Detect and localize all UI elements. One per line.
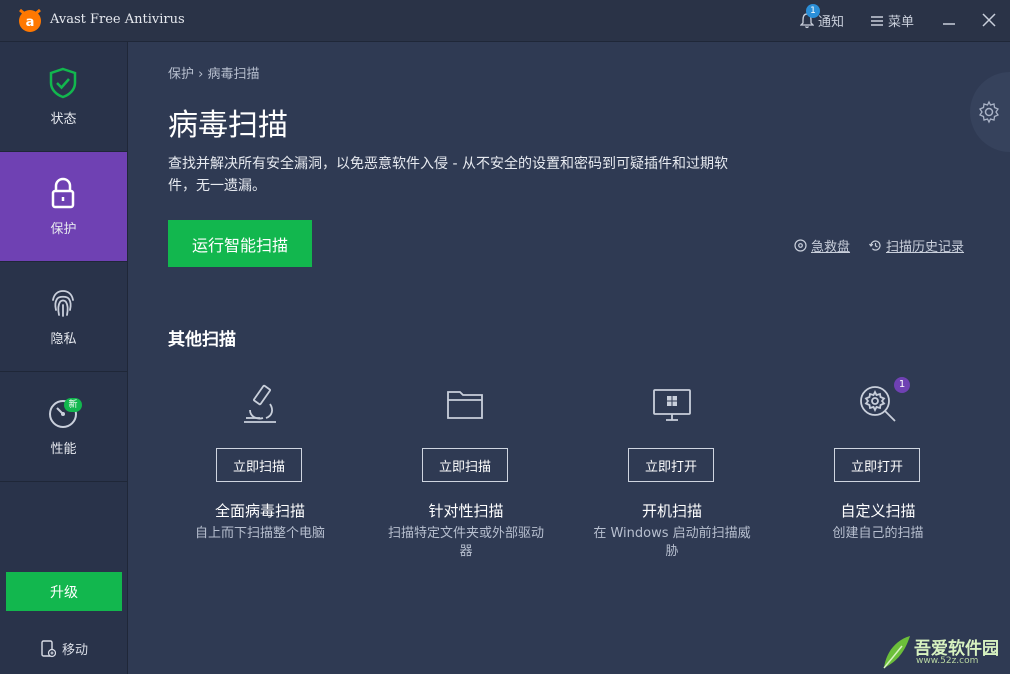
leaf-icon — [883, 636, 910, 669]
settings-tab[interactable] — [970, 72, 1010, 152]
custom-scan-name: 自定义扫描 — [840, 502, 916, 520]
page-description: 查找并解决所有安全漏洞，以免恶意软件入侵 - 从不安全的设置和密码到可疑插件和过… — [168, 156, 728, 194]
menu-button[interactable]: 菜单 — [870, 11, 914, 30]
menu-label: 菜单 — [888, 15, 915, 30]
full-scan-button[interactable]: 立即扫描 — [216, 448, 302, 482]
full-scan-description: 自上而下扫描整个电脑 — [194, 526, 325, 541]
svg-text:a: a — [26, 15, 35, 30]
history-icon — [869, 240, 881, 251]
run-smart-scan-button[interactable]: 运行智能扫描 — [168, 220, 312, 267]
page-title: 病毒扫描 — [168, 108, 288, 143]
rescue-disk-link[interactable]: 急救盘 — [794, 236, 850, 255]
targeted-scan-name: 针对性扫描 — [428, 502, 504, 520]
avast-logo-icon: a — [19, 8, 41, 32]
breadcrumb-separator: › — [198, 67, 204, 82]
boot-scan-button[interactable]: 立即打开 — [628, 448, 714, 482]
rescue-disk-label: 急救盘 — [811, 240, 851, 255]
lock-icon — [51, 177, 75, 209]
mobile-link[interactable]: 移动 — [40, 639, 88, 658]
mobile-icon — [41, 639, 56, 657]
notifications-count-badge: 1 — [806, 4, 820, 18]
app-title: Avast Free Antivirus — [50, 12, 185, 27]
targeted-scan-description: 扫描特定文件夹或外部驱动器 — [387, 526, 544, 559]
upgrade-button[interactable]: 升级 — [6, 572, 122, 611]
minimize-icon[interactable] — [938, 9, 960, 31]
fingerprint-icon — [52, 290, 74, 317]
targeted-scan-card: 立即扫描 针对性扫描 扫描特定文件夹或外部驱动器 — [376, 380, 556, 559]
watermark-url: www.52z.com — [916, 656, 979, 666]
mobile-label: 移动 — [62, 643, 89, 658]
microscope-icon — [244, 384, 276, 423]
breadcrumb-parent[interactable]: 保护 — [168, 67, 194, 82]
sidebar-item-label: 保护 — [50, 222, 77, 237]
targeted-scan-button[interactable]: 立即扫描 — [422, 448, 508, 482]
sidebar-item-label: 状态 — [50, 112, 77, 127]
custom-scan-count-badge: 1 — [894, 377, 910, 393]
sidebar-item-status[interactable]: 状态 — [0, 42, 127, 152]
sidebar-item-label: 性能 — [50, 442, 77, 457]
close-icon[interactable] — [978, 9, 1000, 31]
disc-icon — [794, 239, 807, 252]
sidebar-item-label: 隐私 — [50, 332, 77, 347]
sidebar: 状态 保护 隐私 新 性能 升级 移动 — [0, 42, 128, 674]
full-scan-card: 立即扫描 全面病毒扫描 自上而下扫描整个电脑 — [170, 380, 350, 541]
hamburger-icon — [871, 15, 883, 26]
new-badge: 新 — [64, 398, 82, 412]
shield-check-icon — [49, 67, 77, 99]
boot-scan-description: 在 Windows 启动前扫描威胁 — [593, 526, 751, 559]
full-scan-name: 全面病毒扫描 — [214, 502, 305, 520]
scan-history-link[interactable]: 扫描历史记录 — [869, 236, 964, 255]
monitor-windows-icon — [653, 389, 691, 421]
breadcrumb-current: 病毒扫描 — [207, 67, 260, 82]
title-bar: a Avast Free Antivirus 通知 1 菜单 — [0, 0, 1010, 42]
custom-scan-button[interactable]: 立即打开 — [834, 448, 920, 482]
gear-icon — [979, 100, 999, 124]
sidebar-item-privacy[interactable]: 隐私 — [0, 262, 127, 372]
sidebar-item-protection[interactable]: 保护 — [0, 152, 127, 262]
breadcrumb: 保护 › 病毒扫描 — [168, 63, 260, 82]
scan-history-label: 扫描历史记录 — [886, 240, 965, 255]
folder-icon — [447, 391, 483, 419]
custom-scan-description: 创建自己的扫描 — [832, 526, 924, 541]
notifications-label: 通知 — [818, 15, 845, 30]
sidebar-item-performance[interactable]: 新 性能 — [0, 372, 127, 482]
custom-scan-card: 1 立即打开 自定义扫描 创建自己的扫描 — [788, 377, 968, 541]
boot-scan-name: 开机扫描 — [641, 502, 702, 520]
boot-scan-card: 立即打开 开机扫描 在 Windows 启动前扫描威胁 — [582, 380, 762, 559]
watermark: 吾爱软件园 www.52z.com — [880, 632, 1005, 672]
other-scans-title: 其他扫描 — [168, 330, 236, 350]
